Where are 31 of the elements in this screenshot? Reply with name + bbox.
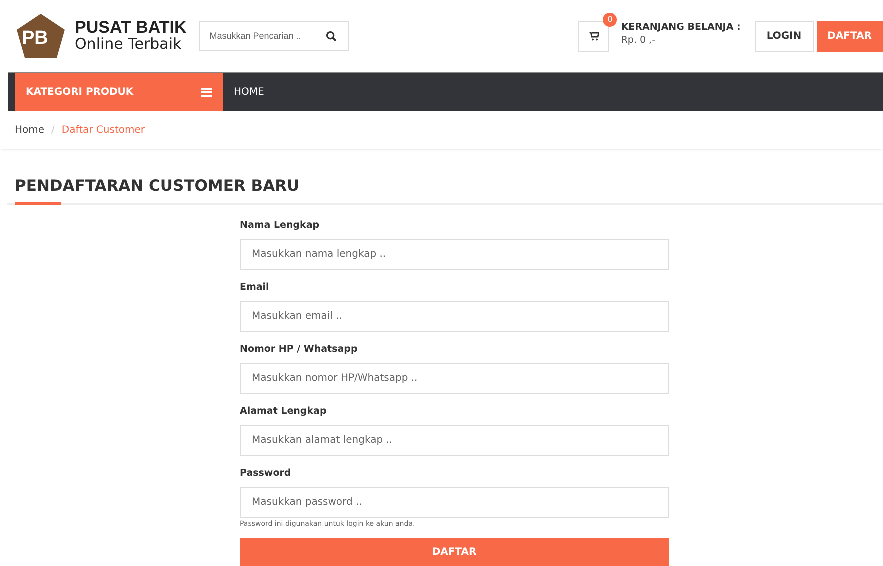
search-field[interactable]: Masukkan Pencarian ..	[198, 21, 349, 51]
cart-title: KERANJANG BELANJA :	[621, 22, 741, 33]
input-field[interactable]: Masukkan nomor HP/Whatsapp ..	[240, 363, 669, 394]
cart-count-badge: 0	[603, 12, 618, 26]
site-name: PUSAT BATIK	[75, 19, 187, 38]
input-field[interactable]: Masukkan password ..	[240, 487, 669, 518]
field-label: Nomor HP / Whatsapp	[240, 344, 359, 357]
field-label: Alamat Lengkap	[240, 406, 328, 419]
input-field[interactable]: Masukkan email ..	[240, 301, 669, 332]
cart-total: Rp. 0 ,-	[621, 35, 656, 46]
breadcrumb-separator: /	[52, 124, 55, 136]
field-label: Nama Lengkap	[240, 220, 321, 233]
logo-icon	[15, 12, 67, 60]
cart-button[interactable]	[578, 20, 610, 52]
logo-letters: PB	[22, 28, 48, 50]
category-menu-button[interactable]: KATEGORI PRODUK	[15, 73, 223, 111]
breadcrumb-link[interactable]: Home	[15, 124, 45, 136]
page-title: PENDAFTARAN CUSTOMER BARU	[15, 177, 301, 195]
submit-button[interactable]: DAFTAR	[240, 538, 669, 566]
nav-link[interactable]: HOME	[234, 86, 264, 98]
search-icon[interactable]	[326, 31, 337, 42]
input-field[interactable]: Masukkan nama lengkap ..	[240, 239, 669, 270]
field-label: Password	[240, 468, 292, 481]
cart-icon[interactable]	[588, 32, 599, 40]
breadcrumb-link[interactable]: Daftar Customer	[62, 124, 145, 136]
list-icon[interactable]	[201, 88, 212, 96]
register-button[interactable]: DAFTAR	[816, 20, 883, 52]
site-tagline: Online Terbaik	[75, 37, 183, 53]
login-button[interactable]: LOGIN	[754, 20, 814, 52]
input-field[interactable]: Masukkan alamat lengkap ..	[240, 425, 669, 456]
field-label: Email	[240, 282, 270, 295]
